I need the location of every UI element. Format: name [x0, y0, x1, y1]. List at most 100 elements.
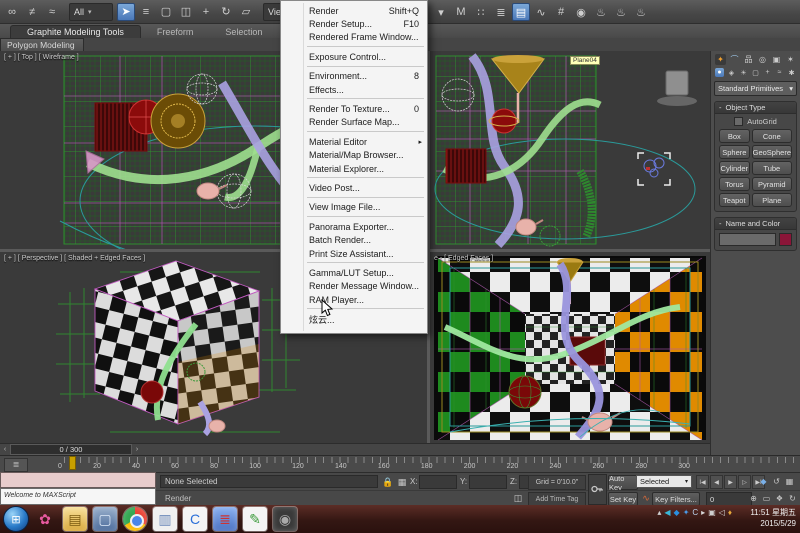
menu-item[interactable]: Batch Render... [281, 233, 427, 246]
object-type-button[interactable]: Tube [752, 161, 792, 175]
lights-category-icon[interactable]: ☀ [739, 68, 748, 77]
absolute-mode-icon[interactable]: ▦ [396, 476, 408, 488]
rectangular-selection-icon[interactable]: ▢ [157, 3, 175, 21]
previous-frame-icon[interactable]: ◀ [710, 475, 723, 489]
viewport-front[interactable]: Plane04 [430, 51, 710, 249]
track-bar[interactable]: ≣ 02040608010012014016018020022024026028… [0, 455, 800, 472]
go-to-start-icon[interactable]: I◀ [696, 475, 709, 489]
hierarchy-tab-icon[interactable]: 品 [743, 54, 754, 65]
next-frame-icon[interactable]: ▷ [738, 475, 751, 489]
menu-item[interactable]: Material Editor ▸ [281, 135, 427, 148]
viewport-label[interactable]: [ + ] [ Perspective ] [ Shaded + Edged F… [4, 255, 145, 262]
geometry-category-icon[interactable]: ● [715, 68, 724, 77]
tray-window-icon[interactable]: ▣ [708, 508, 716, 517]
align-icon[interactable]: ∷ [472, 3, 490, 21]
tray-messenger-icon[interactable]: ✦ [683, 508, 690, 517]
notepad-app-icon[interactable]: ✎ [243, 507, 267, 531]
chrome-icon[interactable] [123, 507, 147, 531]
macro-recorder-pane[interactable] [0, 472, 156, 488]
unlink-selection-icon[interactable]: ≠ [23, 3, 41, 21]
selection-lock-icon[interactable]: 🔒 [382, 476, 394, 488]
tab-polygon-modeling[interactable]: Polygon Modeling [0, 38, 84, 52]
utilities-tab-icon[interactable]: ✶ [785, 54, 796, 65]
schematic-view-icon[interactable]: # [552, 3, 570, 21]
cameras-category-icon[interactable]: ▢ [751, 68, 760, 77]
tray-volume-icon[interactable]: ◁ [719, 508, 725, 517]
render-setup-icon[interactable]: ♨ [592, 3, 610, 21]
object-type-button[interactable]: Torus [719, 177, 750, 191]
time-tag-icon[interactable]: ◫ [512, 492, 524, 504]
material-editor-icon[interactable]: ◉ [572, 3, 590, 21]
y-coord-field[interactable] [469, 475, 507, 489]
tray-flame-icon[interactable]: ♦ [728, 508, 732, 517]
tray-media-icon[interactable]: ◀ [664, 508, 670, 517]
select-and-rotate-icon[interactable]: ↻ [217, 3, 235, 21]
dropdown-caret-icon[interactable]: ▾ [432, 3, 450, 21]
auto-key-button[interactable]: Auto Key [608, 475, 638, 490]
bind-to-spacewarp-icon[interactable]: ≈ [43, 3, 61, 21]
object-type-button[interactable]: GeoSphere [752, 145, 792, 159]
name-color-rollout-header[interactable]: - Name and Color [715, 218, 796, 230]
tray-c-icon[interactable]: C [692, 508, 698, 517]
curve-editor-icon[interactable]: ∿ [532, 3, 550, 21]
loop-icon[interactable]: ↺ [771, 475, 782, 487]
grid-toggle-icon[interactable]: ▦ [784, 475, 795, 487]
object-name-field[interactable] [719, 233, 776, 246]
object-type-button[interactable]: Box [719, 129, 750, 143]
window-crossing-icon[interactable]: ◫ [177, 3, 195, 21]
menu-item[interactable]: Video Post... [281, 181, 427, 194]
shapes-category-icon[interactable]: ◈ [727, 68, 736, 77]
viewport-label[interactable]: e - [ Edged Faces ] [434, 255, 493, 262]
object-type-button[interactable]: Teapot [719, 193, 750, 207]
menu-item[interactable]: Gamma/LUT Setup... [281, 266, 427, 279]
menu-item[interactable]: Material Explorer... [281, 162, 427, 175]
object-type-rollout-header[interactable]: - Object Type [715, 102, 796, 114]
time-slider-frame-field[interactable]: 0 / 300 [10, 444, 132, 455]
helpers-category-icon[interactable]: + [763, 68, 772, 77]
menu-item[interactable]: Exposure Control... [281, 50, 427, 63]
object-type-button[interactable]: Pyramid [752, 177, 792, 191]
menu-item[interactable]: Render Shift+Q [281, 4, 427, 17]
ribbon-tab[interactable]: Graphite Modeling Tools [10, 25, 141, 38]
start-button[interactable]: ⊞ [3, 506, 29, 532]
pinwheel-app-icon[interactable]: ✿ [33, 507, 57, 531]
primitive-dropdown[interactable]: Standard Primitives ▾ [714, 81, 797, 96]
pan-hand-icon[interactable]: ❖ [774, 492, 785, 504]
systems-category-icon[interactable]: ✱ [787, 68, 796, 77]
mini-curve-toggle-icon[interactable]: ≣ [4, 458, 28, 472]
object-color-swatch[interactable] [779, 233, 792, 246]
display-tab-icon[interactable]: ▣ [771, 54, 782, 65]
menu-item[interactable]: Render To Texture... 0 [281, 102, 427, 115]
menu-item[interactable]: RAM Player... [281, 293, 427, 306]
menu-item[interactable]: Print Size Assistant... [281, 247, 427, 260]
object-type-button[interactable]: Plane [752, 193, 792, 207]
menu-item[interactable]: Render Setup... F10 [281, 17, 427, 30]
animation-curve-icon[interactable]: ∿ [640, 492, 652, 504]
maxscript-mini-listener[interactable]: Welcome to MAXScript [0, 488, 156, 505]
object-type-button[interactable]: Cylinder [719, 161, 750, 175]
play-icon[interactable]: ▶ [724, 475, 737, 489]
menu-item[interactable]: Environment... 8 [281, 70, 427, 83]
menu-item[interactable]: 炫云... [281, 312, 427, 325]
menu-item[interactable]: View Image File... [281, 201, 427, 214]
explorer-icon[interactable]: ▤ [63, 507, 87, 531]
zoom-extents-icon[interactable]: ▭ [761, 492, 772, 504]
orbit-icon[interactable]: ↻ [787, 492, 798, 504]
next-frame-arrow-icon[interactable]: › [132, 446, 142, 453]
menu-item[interactable]: Render Message Window... [281, 280, 427, 293]
selection-filter-dropdown[interactable]: All ▾ [69, 3, 113, 21]
mirror-icon[interactable]: M [452, 3, 470, 21]
motion-tab-icon[interactable]: ◎ [757, 54, 768, 65]
graphite-ribbon-toggle-icon[interactable]: ▤ [512, 3, 530, 21]
x-coord-field[interactable] [419, 475, 457, 489]
set-key-button[interactable]: Set Key [608, 492, 638, 506]
modify-tab-icon[interactable]: ⌒ [729, 54, 740, 65]
zoom-icon[interactable]: ⊕ [748, 492, 759, 504]
viewport-label[interactable]: [ + ] [ Top ] [ Wireframe ] [4, 54, 79, 61]
render-production-icon[interactable]: ♨ [632, 3, 650, 21]
screenshot-app-icon[interactable]: ◉ [273, 507, 297, 531]
layer-manager-icon[interactable]: ≣ [492, 3, 510, 21]
key-filters-button[interactable]: Key Filters... [652, 492, 700, 506]
select-and-link-icon[interactable]: ∞ [3, 3, 21, 21]
taskbar-clock[interactable]: 11:51 星期五 2015/5/29 [750, 507, 796, 529]
